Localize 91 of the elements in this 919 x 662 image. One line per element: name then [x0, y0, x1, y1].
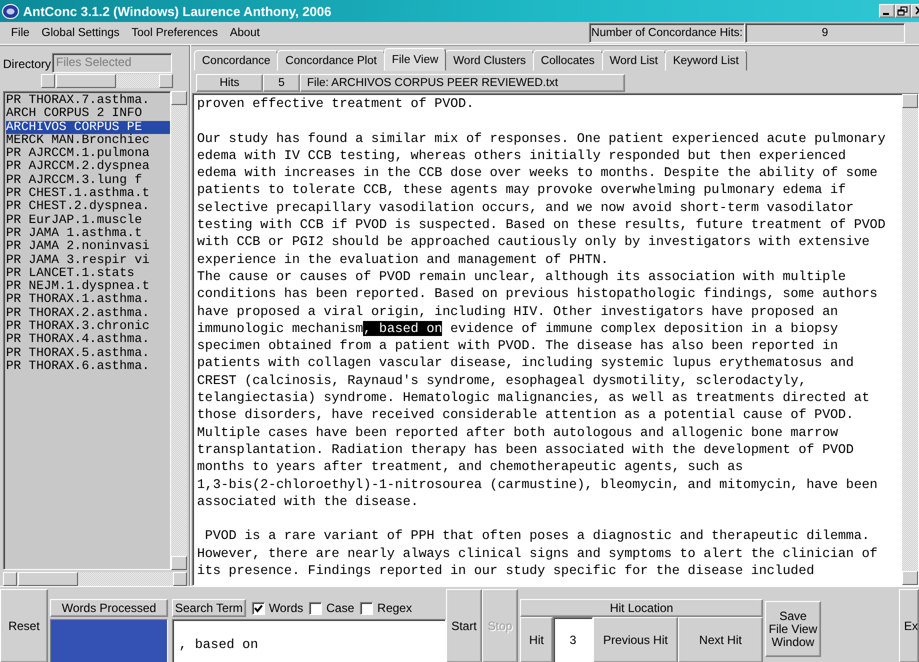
hits-count-field: 9 — [745, 23, 905, 43]
text-line: However, there are nearly always clinical signs and symptoms to alert the clinician of — [197, 544, 878, 562]
file-list-item[interactable]: ARCH CORPUS 2 INFO — [6, 107, 144, 121]
previous-hit-button[interactable]: Previous Hit — [593, 617, 678, 662]
file-list-item[interactable]: PR THORAX.2.asthma. — [6, 306, 151, 320]
file-list-item[interactable]: PR JAMA 3.respir vi — [6, 254, 151, 267]
text-line: CREST (calcinosis, Raynaud's syndrome, esophageal dysmotility, sclerodactyly, — [197, 372, 806, 390]
text-line: conditions has been reported. Based on previous histopathologic findings, some authors — [197, 285, 878, 303]
tab[interactable]: Keyword List — [664, 50, 747, 71]
file-list-item[interactable]: PR THORAX.5.asthma. — [6, 346, 151, 360]
search-term-field[interactable]: , based on — [172, 619, 446, 662]
file-list-item[interactable]: PR JAMA 2.noninvasi — [6, 240, 151, 254]
text-line: experience in the evaluation and management of PHTN. — [197, 250, 609, 268]
text-line: its presence. Findings reported in our study specific for the disease included — [197, 562, 814, 580]
text-line: edema with IV CCB testing, whereas others initially responded but then experienced — [197, 146, 846, 164]
app-icon — [2, 4, 19, 18]
directory-label: Directory — [3, 57, 52, 73]
scrollbar[interactable] — [3, 572, 187, 586]
hits-label: Hits — [196, 74, 263, 92]
tab[interactable]: Word List — [602, 50, 666, 71]
save-file-view-button[interactable]: Save File View Window — [765, 601, 821, 657]
hit-location-label: Hit Location — [520, 599, 763, 617]
text-line: patients with collagen vascular disease, including systemic lupus erythematosus and — [197, 354, 854, 372]
hit-number-field[interactable]: 3 — [553, 617, 593, 662]
menu-item[interactable]: Tool Preferences — [126, 27, 224, 39]
file-list-item[interactable]: PR AJRCCM.3.lung f — [6, 174, 144, 188]
file-name-label: File: ARCHIVOS CORPUS PEER REVIEWED.txt — [300, 74, 625, 92]
file-list-item[interactable]: ARCHIVOS CORPUS PE — [6, 120, 170, 134]
next-hit-button[interactable]: Next Hit — [678, 617, 763, 662]
hits-count-label: Number of Concordance Hits: — [589, 23, 745, 43]
text-line: PVOD is a rare variant of PPH that often poses a diagnostic and therapeutic dilemma. — [204, 527, 870, 545]
minimize-icon[interactable] — [879, 4, 895, 18]
menu-item[interactable]: File — [5, 27, 36, 39]
text-line: selective precapillary vasodilation occurs, and we now avoid short-term vasodilator — [197, 198, 854, 216]
files-selected-field: Files Selected — [52, 53, 172, 73]
file-list-item[interactable]: PR NEJM.1.dyspnea.t — [6, 280, 151, 294]
text-line: patients to tolerate CCB, these agents may provoke overwhelming pulmonary edema if — [197, 181, 846, 199]
file-list-item[interactable]: PR THORAX.1.asthma. — [6, 293, 151, 307]
file-list-item[interactable]: PR THORAX.7.asthma. — [6, 94, 151, 108]
hit-label: Hit — [520, 617, 553, 662]
text-line: Multiple cases have been reported after both autologous and allogenic bone marrow — [197, 424, 838, 441]
file-list-item[interactable]: PR THORAX.4.asthma. — [6, 333, 151, 347]
checkbox-label: Regex — [377, 601, 412, 615]
file-list-item[interactable]: PR LANCET.1.stats — [6, 266, 136, 280]
tab[interactable]: Collocates — [532, 50, 603, 71]
text-line: The cause or causes of PVOD remain unclear, although its association with multiple — [197, 268, 846, 286]
file-list-item[interactable]: MERCK MAN.Bronchiec — [6, 134, 151, 148]
text-line: have proposed a viral origin, including HIV. Other investigators have proposed an — [197, 302, 838, 320]
search-term-label: Search Term — [172, 599, 246, 617]
scrollbar[interactable] — [171, 91, 187, 570]
checkbox[interactable] — [309, 602, 322, 614]
file-list-item[interactable]: PR JAMA 1.asthma.t — [6, 226, 144, 240]
tab[interactable]: Concordance — [194, 50, 278, 71]
text-line: associated with the disease. — [197, 492, 419, 510]
words-processed-label: Words Processed — [50, 599, 168, 617]
checkbox[interactable] — [252, 602, 265, 614]
text-line: specimen obtained from a patient with PVOD. The disease has also been reported in — [197, 337, 838, 354]
menu-item[interactable]: Global Settings — [36, 27, 126, 39]
text-line: telangiectasia) syndrome. Hematologic malignancies, as well as treatments directed at — [197, 389, 870, 406]
checkbox-label: Case — [326, 601, 354, 615]
file-list-item[interactable]: PR CHEST.1.asthma.t — [6, 187, 151, 200]
tab[interactable]: Concordance Plot — [277, 50, 385, 71]
file-list-item[interactable]: PR EurJAP.1.muscle — [6, 214, 144, 227]
text-line: immunologic mechanism, based on evidence of immune complex deposition in a biopsy — [197, 320, 838, 338]
reset-button[interactable]: Reset — [0, 589, 48, 662]
hits-value: 5 — [263, 74, 300, 92]
start-button[interactable]: Start — [446, 589, 482, 662]
text-line: testing with CCB if PVOD is suspected. Based on these results, future treatment of PVOD — [197, 216, 886, 234]
text-line: edema with increases in the CCB dose over weeks to months. Despite the ability of some — [197, 164, 878, 182]
menu-item[interactable]: About — [224, 27, 266, 39]
text-line: with CCB or PGI2 should be approached cautiously only by investigators with extensive — [197, 233, 870, 251]
file-list-item[interactable]: PR CHEST.2.dyspnea. — [6, 200, 151, 214]
text-line: 1,3-bis(2-chloroethyl)-1-nitrosourea (carmustine), bleomycin, and mitomycin, have been — [197, 476, 878, 493]
checkbox[interactable] — [360, 602, 374, 614]
scrollbar[interactable] — [902, 94, 918, 585]
scrollbar[interactable] — [41, 74, 173, 88]
file-list-item[interactable]: PR AJRCCM.1.pulmona — [6, 147, 151, 160]
window-title: AntConc 3.1.2 (Windows) Laurence Anthony, 2006 — [23, 4, 332, 18]
restore-icon[interactable] — [895, 4, 911, 18]
file-list-item[interactable]: PR AJRCCM.2.dyspnea — [6, 160, 151, 174]
close-icon[interactable] — [911, 4, 919, 18]
text-line: those disorders, have received considerable attention as a potential cause of PVOD. — [197, 406, 854, 424]
text-line: proven effective treatment of PVOD. — [197, 95, 474, 112]
tab[interactable]: File View — [384, 48, 446, 71]
file-list-item[interactable]: PR THORAX.6.asthma. — [6, 360, 151, 374]
exit-button[interactable]: Ex — [899, 589, 919, 662]
checkbox-label: Words — [268, 601, 304, 615]
text-line: transplantation. Radiation therapy has been associated with the development of PVOD — [197, 440, 854, 458]
text-line: months to years after treatment, and chemotherapeutic agents, such as — [197, 458, 744, 476]
file-list-item[interactable]: PR THORAX.3.chronic — [6, 320, 151, 334]
text-line: Our study has found a similar mix of responses. One patient experienced acute pulmonary — [197, 130, 886, 147]
